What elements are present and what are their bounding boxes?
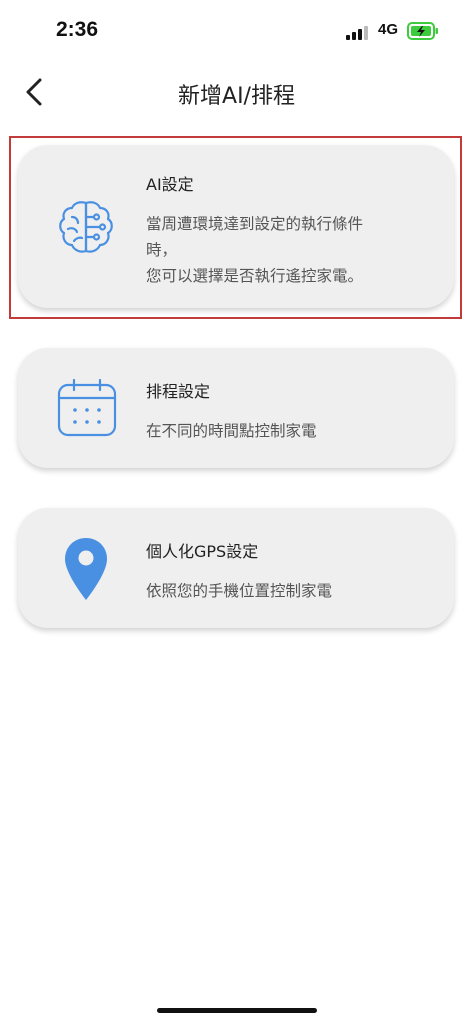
selection-highlight (9, 136, 462, 319)
schedule-settings-title: 排程設定 (146, 382, 211, 401)
nav-bar: 新增AI/排程 (0, 60, 473, 126)
gps-settings-description: 依照您的手機位置控制家電 (146, 582, 333, 600)
battery-icon (407, 22, 438, 40)
schedule-settings-description: 在不同的時間點控制家電 (146, 422, 317, 440)
network-label: 4G (378, 21, 399, 38)
status-bar: 2:36 4G (0, 0, 473, 60)
gps-settings-card[interactable]: 個人化GPS設定 依照您的手機位置控制家電 (18, 508, 454, 628)
calendar-icon (57, 378, 117, 437)
schedule-settings-card[interactable]: 排程設定 在不同的時間點控制家電 (18, 348, 454, 468)
home-indicator[interactable] (157, 1008, 317, 1013)
location-pin-icon (65, 538, 107, 600)
gps-settings-title: 個人化GPS設定 (146, 542, 259, 561)
status-time: 2:36 (56, 18, 99, 41)
page-title: 新增AI/排程 (178, 84, 295, 109)
signal-icon (346, 24, 372, 40)
